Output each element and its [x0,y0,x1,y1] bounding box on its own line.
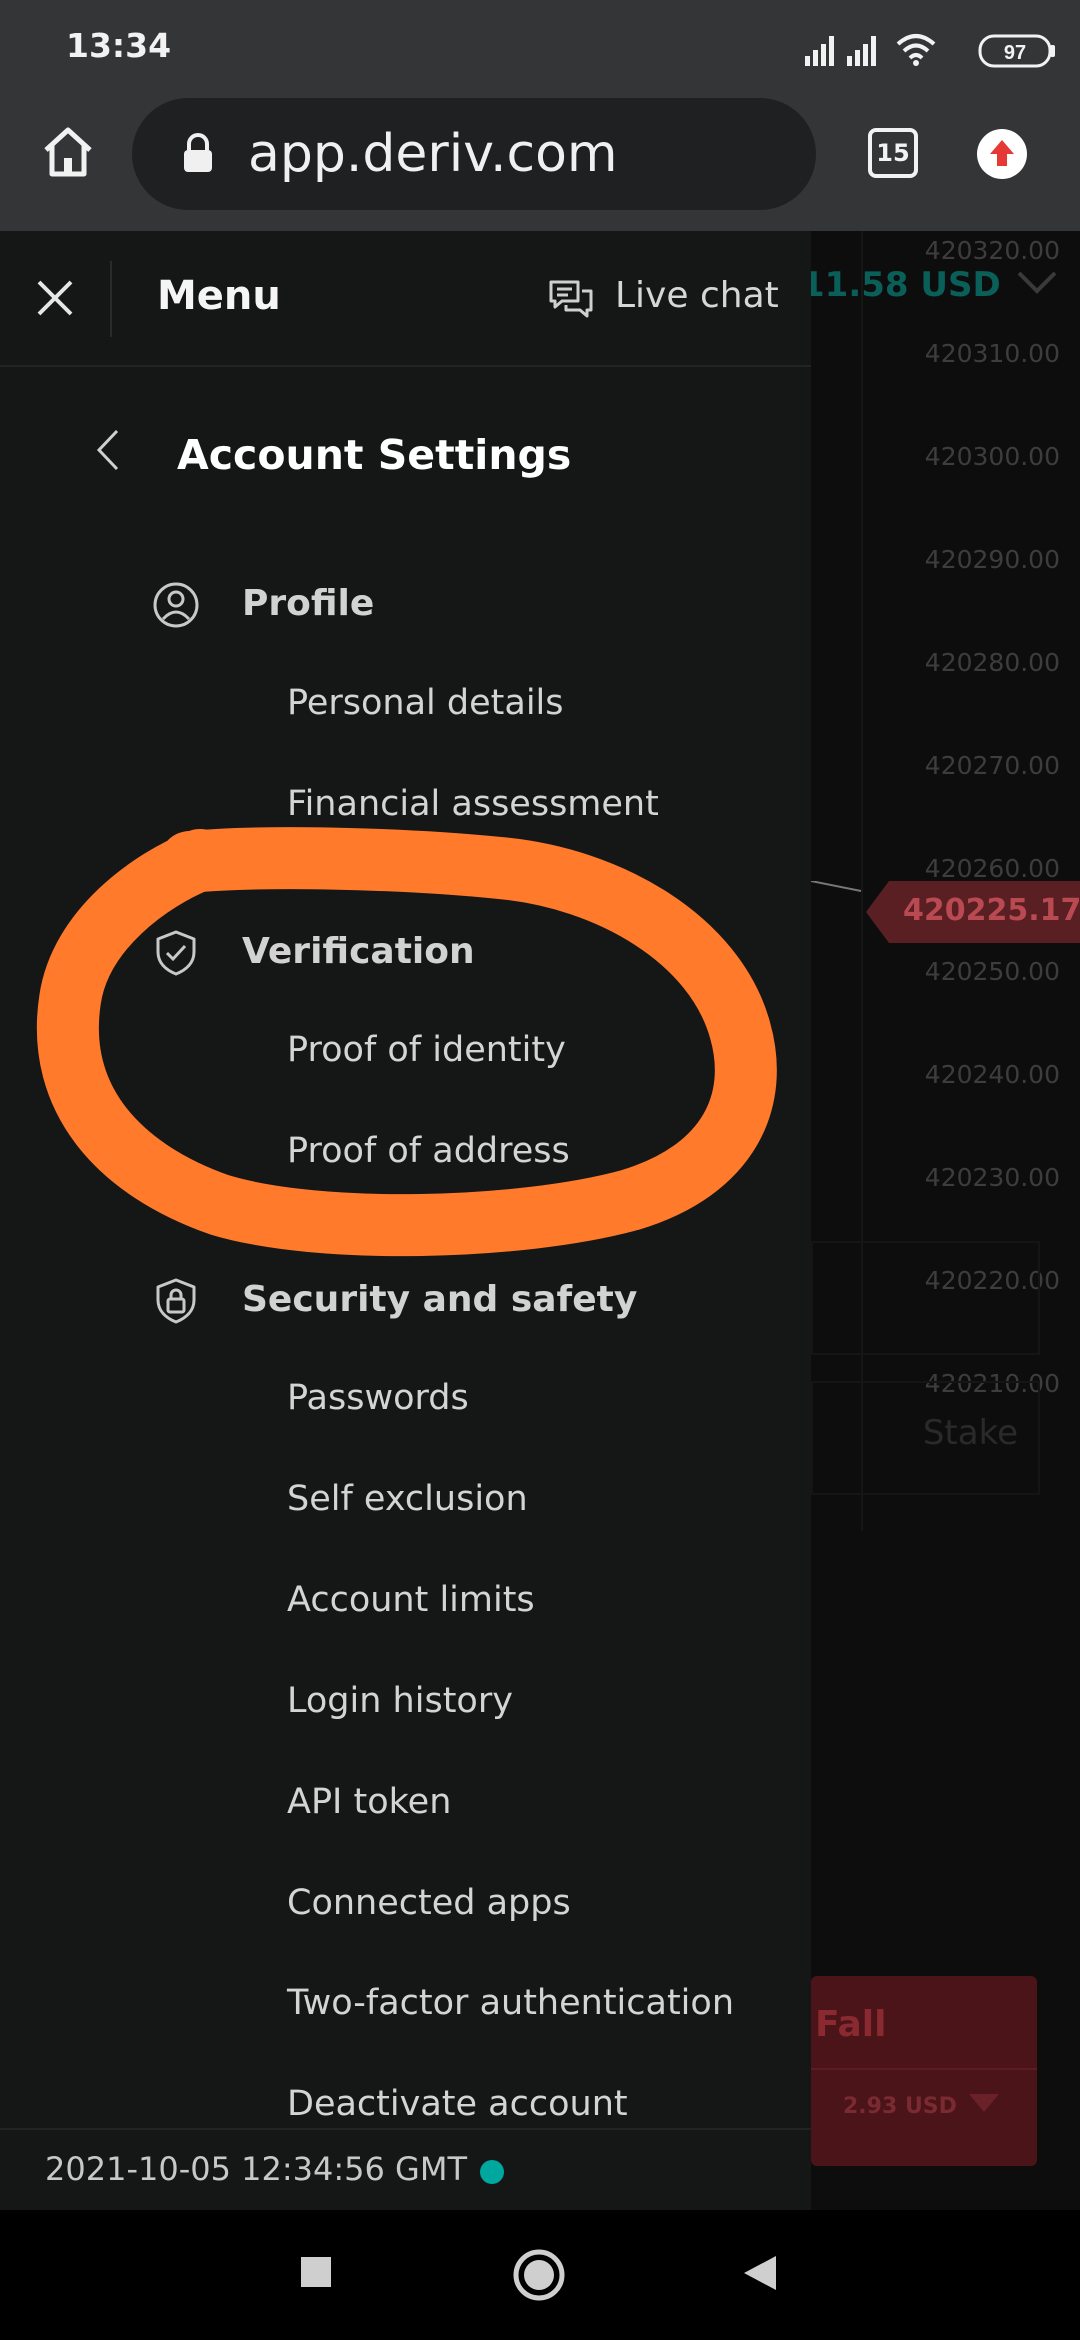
stake-input[interactable]: Stake [811,1381,1040,1495]
section-title-security: Security and safety [242,1279,638,1320]
page-title: Account Settings [177,431,572,479]
menu-item-two-factor-authentication[interactable]: Two-factor authentication [287,1983,734,2023]
menu-item-login-history[interactable]: Login history [287,1681,513,1721]
price-tick: 420250.00 [924,957,1060,986]
price-tick: 420320.00 [924,236,1060,265]
browser-toolbar: app.deriv.com 15 [0,90,1080,231]
url-text: app.deriv.com [248,124,618,184]
address-bar[interactable]: app.deriv.com [132,98,816,210]
header-divider [110,261,112,337]
battery-icon: 97 [978,34,1055,68]
price-tick: 420290.00 [924,545,1060,574]
trading-screen-background: 11.58 USD 420320.00 420310.00 420300.00 420… [811,231,1080,2210]
section-title-profile: Profile [242,583,375,624]
signal-icon-2 [847,36,876,66]
menu-drawer: Menu Live chat Account Settings Profile … [0,231,811,2212]
lock-icon [184,133,212,172]
status-time: 13:34 [66,26,172,65]
close-icon[interactable] [35,278,75,318]
section-title-verification: Verification [242,931,475,972]
menu-item-deactivate-account[interactable]: Deactivate account [287,2084,628,2124]
price-tick: 420270.00 [924,751,1060,780]
live-chat-button[interactable]: Live chat [548,275,779,325]
connection-status-dot [480,2160,504,2184]
payout-value: 2.93 USD [843,2094,957,2119]
menu-item-proof-of-identity[interactable]: Proof of identity [287,1030,566,1070]
drawer-header: Menu Live chat [0,231,811,367]
fall-button[interactable]: Fall 2.93 USD [811,1976,1037,2166]
home-button-icon[interactable] [512,2248,566,2302]
balance-text: 11.58 USD [811,265,1001,305]
menu-item-connected-apps[interactable]: Connected apps [287,1883,571,1923]
stake-label: Stake [922,1413,1018,1453]
menu-item-self-exclusion[interactable]: Self exclusion [287,1479,528,1519]
menu-item-personal-details[interactable]: Personal details [287,683,564,723]
trade-input-box[interactable] [811,1241,1040,1355]
shield-check-icon [156,930,196,976]
price-tick: 420260.00 [924,854,1060,883]
menu-title: Menu [157,273,281,319]
battery-level: 97 [1004,42,1026,64]
price-tick: 420310.00 [924,339,1060,368]
price-tick: 420300.00 [924,442,1060,471]
recents-icon[interactable] [300,2256,332,2288]
profile-icon [153,582,199,628]
chat-icon [549,280,593,318]
price-tick: 420240.00 [924,1060,1060,1089]
current-price: 420225.17 [903,893,1080,928]
status-bar: 13:34 97 [0,0,1080,90]
drawer-footer: 2021-10-05 12:34:56 GMT [0,2128,811,2212]
menu-item-api-token[interactable]: API token [287,1782,451,1822]
chevron-left-icon[interactable] [95,429,121,471]
shield-lock-icon [156,1278,196,1324]
signal-icon [805,36,834,66]
home-icon[interactable] [40,124,96,180]
menu-item-financial-assessment[interactable]: Financial assessment [287,784,659,824]
price-tick: 420230.00 [924,1163,1060,1192]
chevron-down-icon [1017,271,1057,294]
tab-count: 15 [876,139,910,167]
menu-item-proof-of-address[interactable]: Proof of address [287,1131,570,1171]
fall-divider [811,2068,1037,2070]
update-icon[interactable] [976,128,1028,180]
live-chat-label: Live chat [615,275,779,316]
menu-item-passwords[interactable]: Passwords [287,1378,469,1418]
menu-item-account-limits[interactable]: Account limits [287,1580,535,1620]
back-icon[interactable] [742,2254,778,2292]
tabs-button[interactable]: 15 [868,128,918,178]
system-navigation-bar [0,2210,1080,2340]
caret-down-icon [969,2094,999,2112]
status-icons: 97 [805,34,1055,68]
current-price-marker: 420225.17 [811,881,1080,943]
price-tick: 420280.00 [924,648,1060,677]
fall-label: Fall [815,2004,887,2045]
wifi-icon [896,34,936,66]
server-time: 2021-10-05 12:34:56 GMT [45,2150,467,2188]
